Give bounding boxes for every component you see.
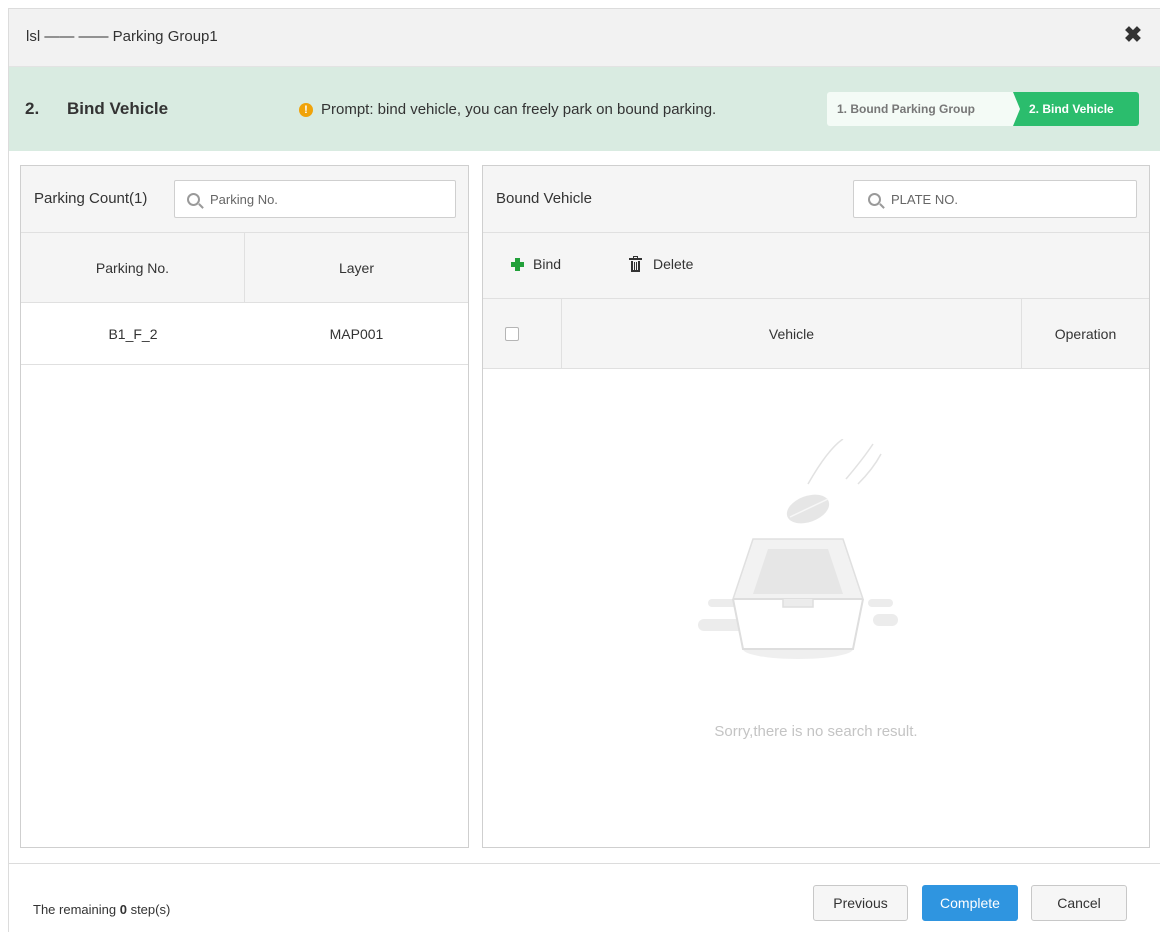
plate-search-input[interactable]: PLATE NO. (853, 180, 1137, 218)
cancel-button[interactable]: Cancel (1031, 885, 1127, 921)
select-all-checkbox[interactable] (505, 326, 519, 341)
delete-label: Delete (653, 256, 694, 272)
dialog-titlebar: lsl —— —— Parking Group1 ✖ (9, 9, 1160, 67)
parking-count-title: Parking Count(1) (34, 190, 148, 207)
prompt-text: Prompt: bind vehicle, you can freely par… (321, 101, 717, 118)
parking-search-input[interactable]: Parking No. (174, 180, 456, 218)
previous-button[interactable]: Previous (813, 885, 908, 921)
bound-vehicle-panel: Bound Vehicle PLATE NO. Bind Delete Vehi… (482, 165, 1150, 848)
bound-vehicle-header: Bound Vehicle PLATE NO. (483, 166, 1149, 233)
column-header-vehicle[interactable]: Vehicle (562, 299, 1022, 368)
bind-button[interactable]: Bind (511, 256, 561, 272)
plus-icon (511, 257, 524, 271)
step-header: 2. Bind Vehicle ! Prompt: bind vehicle, … (9, 67, 1160, 151)
prompt-message: ! Prompt: bind vehicle, you can freely p… (299, 101, 716, 118)
bound-vehicle-title: Bound Vehicle (496, 190, 592, 207)
search-icon (868, 192, 881, 206)
parking-panel-header: Parking Count(1) Parking No. (21, 166, 468, 233)
search-icon (187, 192, 200, 206)
complete-button[interactable]: Complete (922, 885, 1018, 921)
empty-state: Sorry,there is no search result. (483, 369, 1149, 847)
remaining-steps: The remaining 0 step(s) (33, 902, 170, 917)
step-bound-parking-group: 1. Bound Parking Group (827, 92, 1013, 126)
bind-vehicle-dialog: lsl —— —— Parking Group1 ✖ 2. Bind Vehic… (8, 8, 1160, 932)
remaining-prefix: The remaining (33, 902, 120, 917)
layer-cell: MAP001 (329, 325, 384, 342)
empty-message: Sorry,there is no search result. (714, 723, 918, 740)
select-all-cell (483, 299, 562, 368)
trash-icon (629, 255, 642, 272)
remaining-count: 0 (119, 902, 127, 917)
column-header-operation: Operation (1054, 325, 1117, 342)
empty-box-icon (698, 439, 898, 659)
remaining-suffix: step(s) (126, 902, 171, 917)
parking-no-cell: B1_F_2 (108, 325, 158, 342)
parking-panel: Parking Count(1) Parking No. Parking No.… (20, 165, 469, 848)
dialog-footer: The remaining 0 step(s) Previous Complet… (9, 863, 1160, 932)
parking-search-placeholder: Parking No. (210, 191, 278, 207)
vehicle-toolbar: Bind Delete (483, 233, 1149, 299)
delete-button[interactable]: Delete (629, 255, 694, 272)
step-title: Bind Vehicle (67, 99, 169, 118)
close-icon[interactable]: ✖ (1123, 23, 1143, 47)
vehicle-table-header: Vehicle Operation (483, 299, 1149, 369)
step-number: 2. (25, 99, 40, 118)
step-progress: 1. Bound Parking Group 2. Bind Vehicle (827, 92, 1139, 126)
warning-icon: ! (299, 102, 313, 117)
dialog-title: lsl —— —— Parking Group1 (26, 28, 218, 45)
step-bind-vehicle: 2. Bind Vehicle (1013, 92, 1139, 126)
plate-search-placeholder: PLATE NO. (891, 191, 958, 207)
table-row[interactable]: B1_F_2 MAP001 (21, 303, 468, 365)
bind-label: Bind (533, 256, 562, 272)
column-header-parking-no[interactable]: Parking No. (21, 233, 245, 303)
column-header-layer[interactable]: Layer (245, 233, 468, 303)
